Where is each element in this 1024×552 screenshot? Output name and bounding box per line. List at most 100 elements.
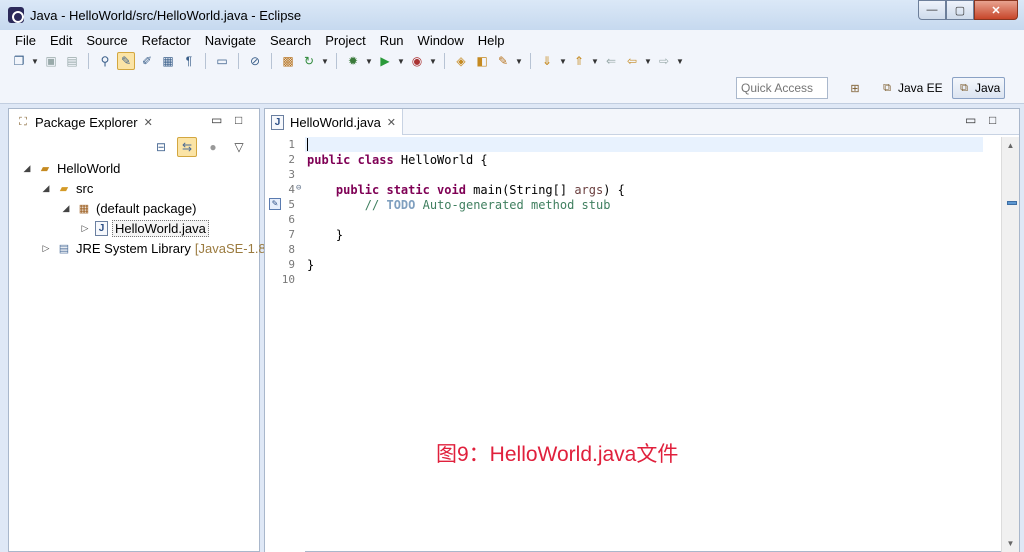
save-all-icon[interactable]: ▤ [63, 52, 81, 70]
toolbar-separator [238, 53, 239, 69]
menu-help[interactable]: Help [471, 33, 512, 48]
menu-file[interactable]: File [8, 33, 43, 48]
show-whitespace-icon[interactable]: ¶ [180, 52, 198, 70]
current-line-highlight [305, 137, 983, 152]
overview-ruler-marker[interactable] [1007, 201, 1017, 205]
toolbar-separator [444, 53, 445, 69]
scroll-up-icon[interactable]: ▲ [1002, 139, 1019, 153]
minimize-button[interactable]: — [918, 0, 946, 20]
skip-breakpoints-icon[interactable]: ⊘ [246, 52, 264, 70]
run-dropdown-icon[interactable]: ▼ [397, 57, 405, 66]
close-icon[interactable]: ✕ [387, 116, 396, 129]
new-java-project-icon[interactable]: ▩ [279, 52, 297, 70]
code-line: } [307, 228, 344, 242]
close-icon[interactable]: ✕ [144, 116, 153, 129]
tree-item-label: (default package) [96, 200, 197, 216]
previous-annotation-icon[interactable]: ⇑ [570, 52, 588, 70]
fold-collapse-icon[interactable]: ⊖ [296, 183, 301, 193]
save-icon[interactable]: ▣ [42, 52, 60, 70]
main-toolbar: ❐ ▼ ▣ ▤ ⚲ ✎ ✐ ▦ ¶ ▭ ⊘ ▩ ↻ ▼ ✹ ▼ ▶ ▼ ◉ ▼ … [0, 50, 1024, 72]
new-icon[interactable]: ❐ [10, 52, 28, 70]
menu-run[interactable]: Run [373, 33, 411, 48]
collapsed-icon[interactable]: ▷ [40, 243, 52, 254]
view-menu-icon[interactable]: ▽ [229, 137, 249, 157]
expanded-icon[interactable]: ◢ [40, 183, 52, 194]
maximize-button[interactable]: ▢ [946, 0, 974, 20]
debug-dropdown-icon[interactable]: ▼ [365, 57, 373, 66]
line-number: 7 [288, 228, 295, 241]
tree-item-package[interactable]: ◢ ▦ (default package) [60, 198, 197, 218]
console-icon[interactable]: ▭ [213, 52, 231, 70]
menu-edit[interactable]: Edit [43, 33, 79, 48]
toggle-breakpoint-icon[interactable]: ⚲ [96, 52, 114, 70]
library-version: [JavaSE-1.8] [194, 240, 270, 256]
expanded-icon[interactable]: ◢ [21, 163, 33, 174]
close-button[interactable]: ✕ [974, 0, 1018, 20]
java-file-icon: J [271, 114, 284, 130]
menu-window[interactable]: Window [411, 33, 471, 48]
search-dropdown-icon[interactable]: ▼ [515, 57, 523, 66]
menu-search[interactable]: Search [263, 33, 318, 48]
external-dropdown-icon[interactable]: ▼ [429, 57, 437, 66]
minimize-view-icon[interactable]: ▭ [965, 113, 976, 127]
link-with-editor-icon[interactable]: ⇆ [177, 137, 197, 157]
open-type-icon[interactable]: ◈ [452, 52, 470, 70]
forward-icon[interactable]: ⇨ [655, 52, 673, 70]
open-folder-icon[interactable]: ◧ [473, 52, 491, 70]
forward-dropdown-icon[interactable]: ▼ [676, 57, 684, 66]
editor-tab-helloworld[interactable]: J HelloWorld.java ✕ [265, 109, 404, 135]
refresh-dropdown-icon[interactable]: ▼ [321, 57, 329, 66]
previous-annotation-dropdown-icon[interactable]: ▼ [591, 57, 599, 66]
expanded-icon[interactable]: ◢ [60, 203, 72, 214]
new-dropdown-icon[interactable]: ▼ [31, 57, 39, 66]
toolbar-separator [530, 53, 531, 69]
line-number: 5 [288, 198, 295, 211]
maximize-view-icon[interactable]: □ [235, 113, 242, 127]
perspective-java[interactable]: ⧉ Java [952, 77, 1006, 99]
word-wrap-icon[interactable]: ▦ [159, 52, 177, 70]
code-editor[interactable]: public class HelloWorld { public static … [305, 137, 983, 552]
run-external-icon[interactable]: ◉ [408, 52, 426, 70]
maximize-view-icon[interactable]: □ [989, 113, 996, 127]
scroll-down-icon[interactable]: ▼ [1002, 537, 1019, 551]
package-explorer-icon: ⛶ [19, 115, 27, 128]
perspective-label: Java [975, 81, 1001, 95]
run-icon[interactable]: ▶ [376, 52, 394, 70]
collapse-all-icon[interactable]: ⊟ [151, 137, 171, 157]
menu-navigate[interactable]: Navigate [198, 33, 263, 48]
perspective-java-ee[interactable]: ⧉ Java EE [876, 77, 947, 99]
quick-access-input[interactable] [736, 77, 828, 99]
toolbar-separator [336, 53, 337, 69]
tree-item-project[interactable]: ◢ ▰ HelloWorld [21, 158, 121, 178]
package-explorer-panel: ⛶ Package Explorer ✕ ▭ □ ⊟ ⇆ ● ▽ ◢ ▰ Hel… [8, 108, 269, 552]
tree-item-java-file[interactable]: ▷ J HelloWorld.java [79, 218, 209, 238]
comment: // [364, 198, 387, 212]
block-selection-icon[interactable]: ✐ [138, 52, 156, 70]
menu-bar: File Edit Source Refactor Navigate Searc… [0, 30, 1024, 50]
refresh-icon[interactable]: ↻ [300, 52, 318, 70]
back-icon[interactable]: ⇦ [623, 52, 641, 70]
eclipse-logo-icon [8, 7, 24, 23]
menu-source[interactable]: Source [79, 33, 134, 48]
debug-icon[interactable]: ✹ [344, 52, 362, 70]
menu-refactor[interactable]: Refactor [135, 33, 198, 48]
last-edit-icon[interactable]: ⇐ [602, 52, 620, 70]
vertical-scrollbar[interactable]: ▲ ▼ [1001, 137, 1019, 552]
tree-item-src[interactable]: ◢ ▰ src [40, 178, 94, 198]
next-annotation-dropdown-icon[interactable]: ▼ [559, 57, 567, 66]
tree-item-jre-library[interactable]: ▷ ▤ JRE System Library [JavaSE-1.8] [40, 238, 270, 258]
search-icon[interactable]: ✎ [494, 52, 512, 70]
java-ee-icon: ⧉ [883, 81, 891, 94]
tree-item-label: HelloWorld [57, 160, 121, 176]
menu-project[interactable]: Project [318, 33, 372, 48]
mark-occurrences-icon[interactable]: ✎ [117, 52, 135, 70]
minimize-view-icon[interactable]: ▭ [211, 113, 222, 127]
next-annotation-icon[interactable]: ⇓ [538, 52, 556, 70]
collapsed-icon[interactable]: ▷ [79, 223, 91, 234]
open-perspective-button[interactable]: ⊞ [846, 77, 868, 99]
package-explorer-tab[interactable]: ⛶ Package Explorer ✕ [9, 109, 159, 135]
back-dropdown-icon[interactable]: ▼ [644, 57, 652, 66]
focus-task-icon[interactable]: ● [203, 137, 223, 157]
